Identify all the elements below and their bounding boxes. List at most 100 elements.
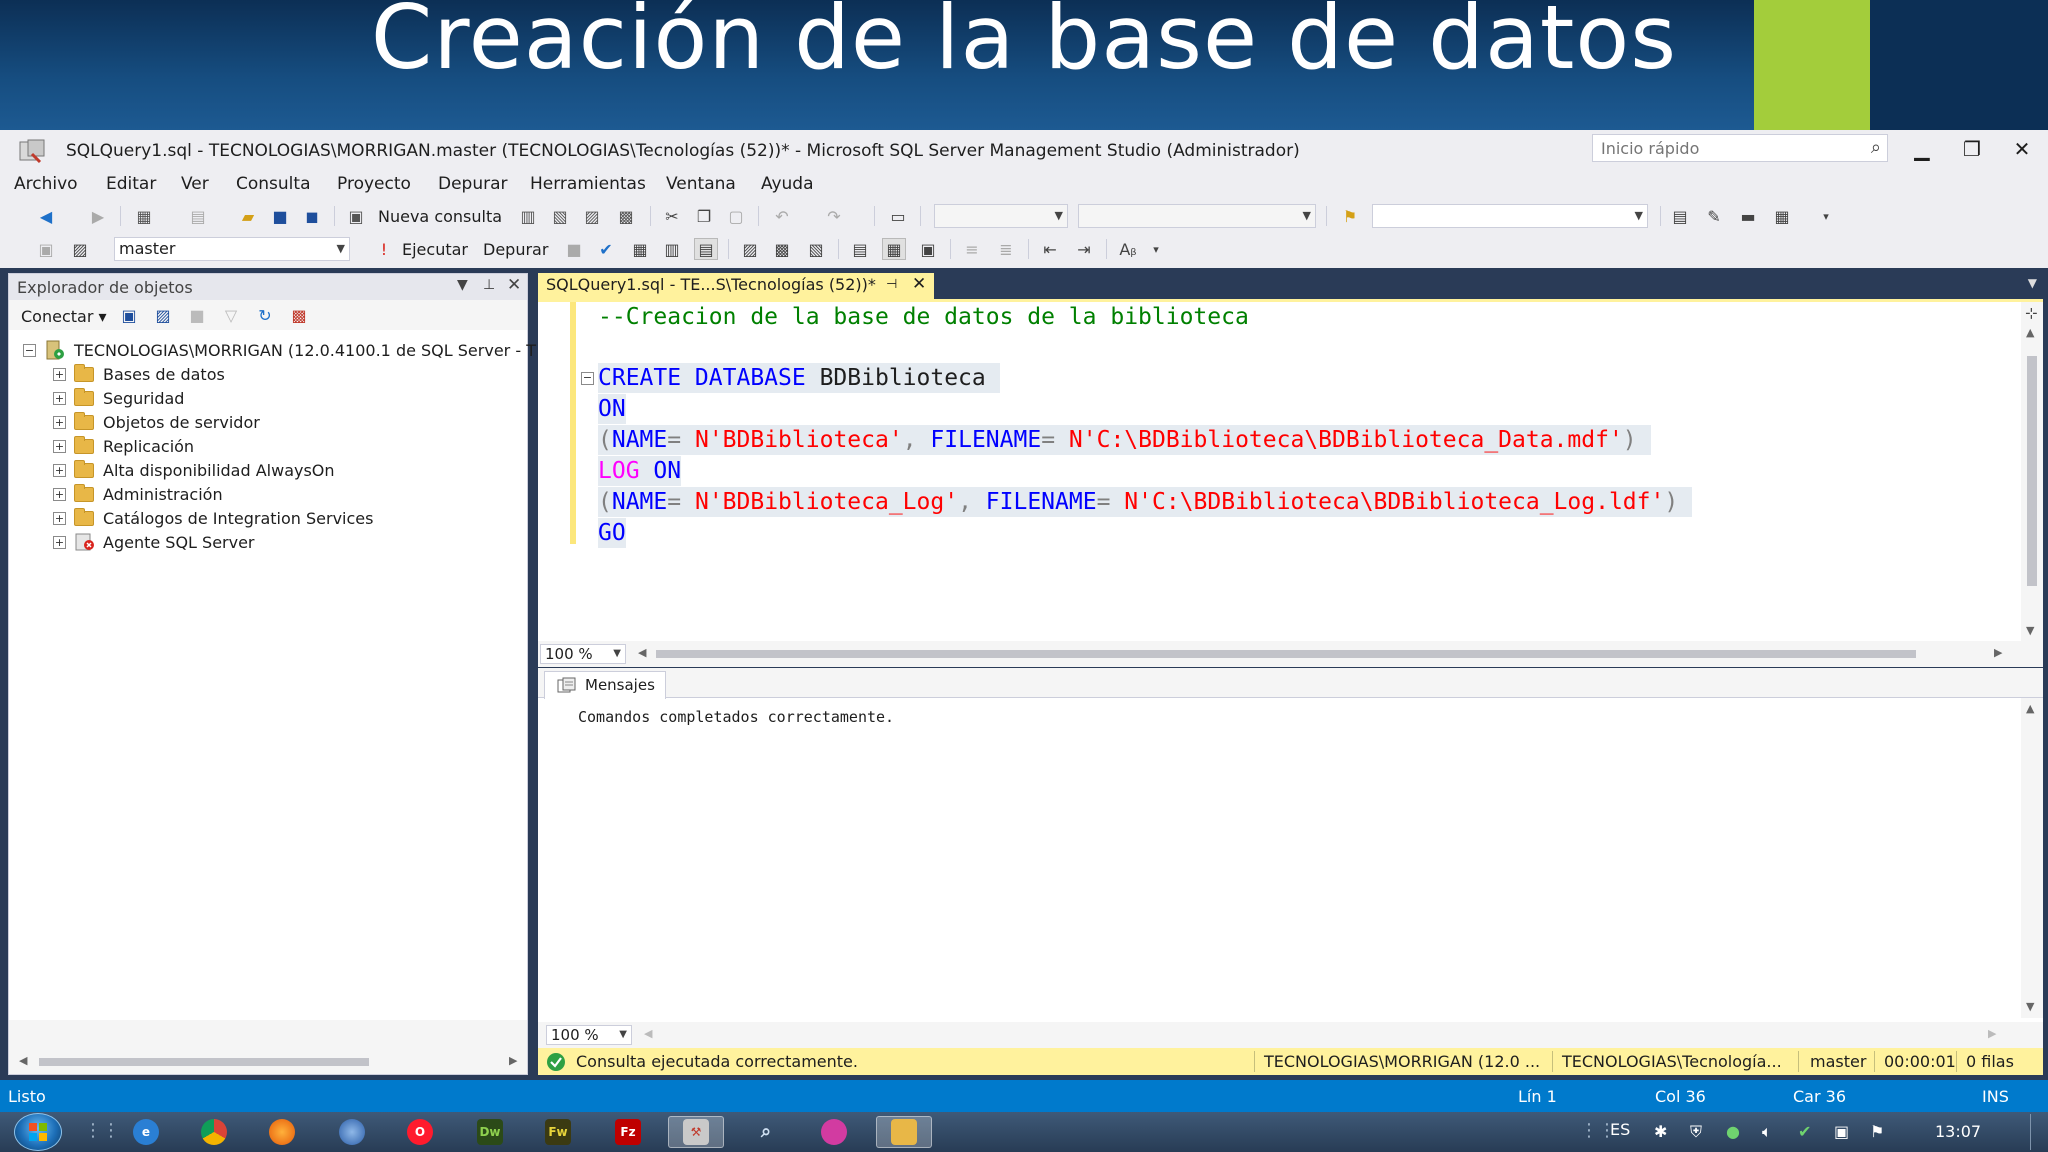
properties-icon[interactable]: ✎ (1702, 205, 1726, 227)
scroll-left-icon[interactable]: ◀ (638, 646, 646, 659)
stop-icon[interactable]: ■ (185, 304, 209, 326)
expand-icon[interactable]: + (53, 511, 66, 525)
tree-node-sql-agent[interactable]: + Agente SQL Server (53, 530, 255, 554)
network-icon[interactable]: ▣ (1834, 1122, 1849, 1141)
refresh-icon[interactable]: ↻ (253, 304, 277, 326)
database-combo[interactable]: master ▼ (114, 237, 350, 261)
find-in-files-icon[interactable]: ⚑ (1338, 205, 1362, 227)
taskbar-dreamweaver[interactable]: Dw (462, 1116, 518, 1148)
scroll-down-icon[interactable]: ▼ (2026, 624, 2034, 637)
cut-icon[interactable]: ✂ (660, 205, 684, 227)
back-icon[interactable]: ◀ (34, 205, 58, 227)
taskbar-explorer[interactable] (876, 1116, 932, 1148)
tray-language[interactable]: ES (1610, 1120, 1630, 1139)
volume-icon[interactable]: 🔈︎ (1762, 1122, 1772, 1142)
results-vscrollbar[interactable]: ▲ ▼ (2021, 698, 2043, 1018)
restore-button[interactable]: ❐ (1952, 134, 1992, 164)
taskbar-ssms[interactable]: ⚒ (668, 1116, 724, 1148)
save-all-icon[interactable]: ◼ (300, 205, 324, 227)
results-to-file-icon[interactable]: ▣ (916, 238, 940, 260)
outline-collapse-icon[interactable]: − (581, 372, 594, 385)
paste-icon[interactable]: ▢ (724, 205, 748, 227)
taskbar-chrome[interactable] (186, 1116, 242, 1148)
tree-node-databases[interactable]: + Bases de datos (53, 362, 225, 386)
search-icon[interactable]: ⌕ (1871, 137, 1881, 158)
menu-proyecto[interactable]: Proyecto (337, 174, 411, 194)
solution-config-combo[interactable]: ▼ (934, 204, 1068, 228)
window-layout-icon[interactable]: ▦ (1770, 205, 1794, 227)
scroll-left-icon[interactable]: ◀ (644, 1027, 652, 1040)
filter-icon[interactable]: ▽ (219, 304, 243, 326)
tab-close-icon[interactable]: ✕ (912, 272, 926, 296)
tab-messages[interactable]: Mensajes (544, 671, 666, 699)
copy-icon[interactable]: ❐ (692, 205, 716, 227)
change-connection-icon[interactable]: ▨ (68, 238, 92, 260)
quick-launch-input[interactable] (1593, 135, 1843, 161)
registered-servers-icon[interactable]: ▤ (1668, 205, 1692, 227)
action-center-flag-icon[interactable]: ⚑ (1870, 1122, 1884, 1141)
tree-node-integration-services[interactable]: + Catálogos de Integration Services (53, 506, 373, 530)
expand-icon[interactable]: + (53, 487, 66, 501)
display-plan-icon[interactable]: ▦ (628, 238, 652, 260)
menu-ver[interactable]: Ver (181, 174, 209, 194)
close-button[interactable]: ✕ (2002, 134, 2042, 164)
include-plan-icon[interactable]: ▨ (738, 238, 762, 260)
tray-check-icon[interactable]: ✔ (1798, 1122, 1811, 1141)
execute-button[interactable]: Ejecutar (402, 240, 468, 259)
forward-icon[interactable]: ▶ (86, 205, 110, 227)
debug-button[interactable]: Depurar (483, 240, 548, 259)
taskbar-filezilla[interactable]: Fz (600, 1116, 656, 1148)
expand-icon[interactable]: + (53, 535, 66, 549)
expand-icon[interactable]: + (53, 463, 66, 477)
analysis-query-icon[interactable]: ▧ (548, 205, 572, 227)
parse-icon[interactable]: ✔ (594, 238, 618, 260)
menu-depurar[interactable]: Depurar (438, 174, 508, 194)
scroll-down-icon[interactable]: ▼ (2026, 1000, 2034, 1013)
menu-archivo[interactable]: Archivo (14, 174, 78, 194)
editor-vscrollbar[interactable]: ⊹ ▲ ▼ (2021, 302, 2043, 644)
taskbar-opera[interactable]: O (392, 1116, 448, 1148)
mdx-query-icon[interactable]: ▨ (580, 205, 604, 227)
minimize-button[interactable]: ▁ (1902, 134, 1942, 164)
tree-node-management[interactable]: + Administración (53, 482, 223, 506)
tray-security-icon[interactable]: ● (1726, 1122, 1740, 1141)
taskbar-media[interactable] (806, 1116, 862, 1148)
activity-monitor-icon[interactable]: ▭ (886, 205, 910, 227)
connect-object-icon[interactable]: ▣ (117, 304, 141, 326)
new-query-button[interactable]: Nueva consulta (378, 207, 502, 226)
client-stats-icon[interactable]: ▧ (804, 238, 828, 260)
undo-icon[interactable]: ↶ (770, 205, 794, 227)
taskbar-fireworks[interactable]: Fw (530, 1116, 586, 1148)
tree-node-replication[interactable]: + Replicación (53, 434, 194, 458)
pin-icon[interactable]: ⊣ (886, 273, 897, 297)
tab-sqlquery1[interactable]: SQLQuery1.sql - TE...S\Tecnologías (52))… (538, 273, 934, 299)
toolbox-icon[interactable]: ▬ (1736, 205, 1760, 227)
comment-icon[interactable]: ≡ (960, 238, 984, 260)
live-stats-icon[interactable]: ▩ (770, 238, 794, 260)
activity-icon[interactable]: ▩ (287, 304, 311, 326)
scroll-up-icon[interactable]: ▲ (2026, 326, 2034, 339)
specify-values-icon[interactable]: Aᵦ (1116, 238, 1140, 260)
menu-editar[interactable]: Editar (106, 174, 156, 194)
quick-launch-box[interactable]: ⌕ (1592, 134, 1888, 162)
scrollbar-thumb[interactable] (656, 650, 1916, 658)
server-node[interactable]: − TECNOLOGIAS\MORRIGAN (12.0.4100.1 de S… (23, 338, 536, 362)
scroll-right-icon[interactable]: ▶ (509, 1054, 517, 1067)
scroll-up-icon[interactable]: ▲ (2026, 702, 2034, 715)
disconnect-icon[interactable]: ▨ (151, 304, 175, 326)
scroll-right-icon[interactable]: ▶ (1988, 1027, 1996, 1040)
start-button[interactable] (14, 1113, 62, 1151)
xmla-query-icon[interactable]: ▩ (614, 205, 638, 227)
add-item-icon[interactable]: ▤ (186, 205, 210, 227)
new-query-icon[interactable]: ▣ (344, 205, 368, 227)
object-explorer-hscrollbar[interactable]: ◀ ▶ (9, 1050, 527, 1074)
tray-clock[interactable]: 13:07 (1935, 1122, 1981, 1141)
expand-icon[interactable]: + (53, 439, 66, 453)
editor-zoom-combo[interactable]: 100 % ▼ (540, 644, 626, 664)
connect-dropdown[interactable]: Conectar ▾ (21, 307, 107, 326)
query-designer-icon[interactable]: ▥ (660, 238, 684, 260)
save-icon[interactable]: ■ (268, 205, 292, 227)
new-project-icon[interactable]: ▦ (132, 205, 156, 227)
cancel-query-icon[interactable]: ■ (562, 238, 586, 260)
toolbar-options-icon[interactable]: ▾ (1814, 205, 1838, 227)
